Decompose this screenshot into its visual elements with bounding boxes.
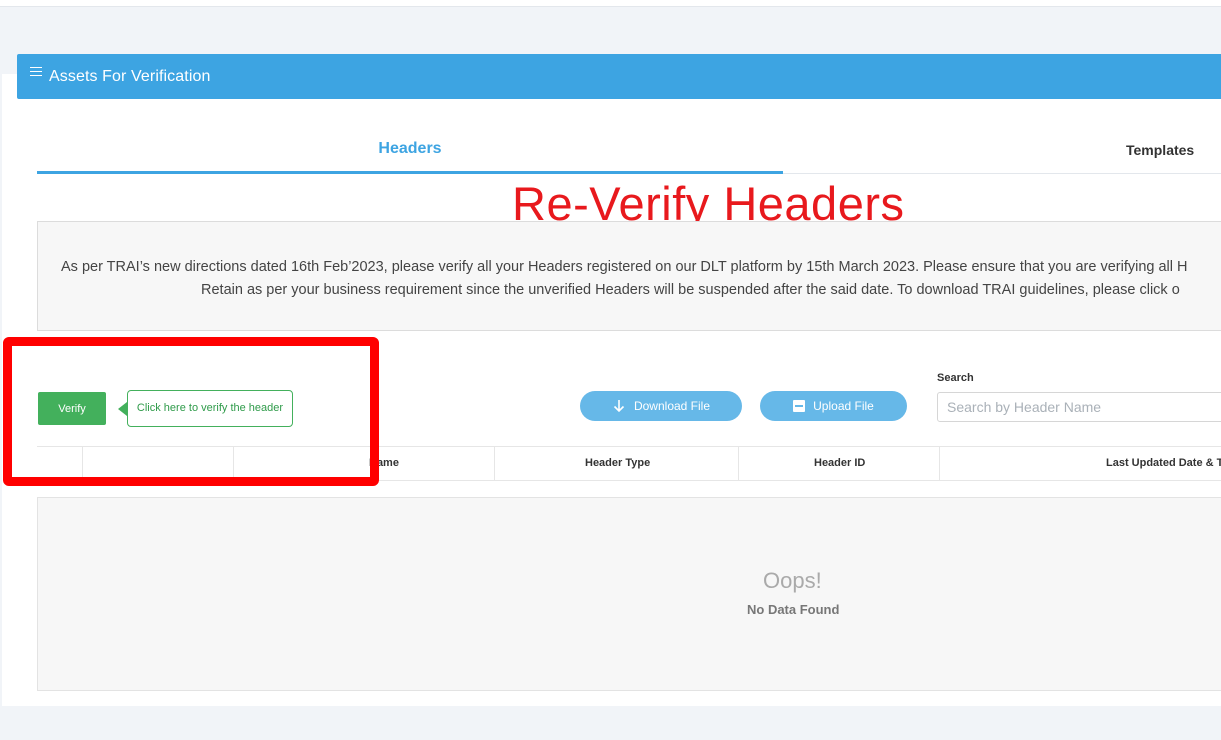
menu-icon[interactable] xyxy=(30,67,42,77)
active-tab-indicator xyxy=(37,171,783,174)
column-separator xyxy=(738,447,739,480)
notice-line-2: Retain as per your business requirement … xyxy=(201,282,1180,298)
search-input[interactable] xyxy=(937,392,1221,422)
download-file-label: Download File xyxy=(633,399,711,413)
download-icon xyxy=(613,400,625,413)
upload-icon xyxy=(793,400,806,412)
search-label: Search xyxy=(937,372,974,384)
tab-headers[interactable]: Headers xyxy=(37,140,783,158)
highlight-annotation-box xyxy=(3,337,379,486)
card-title: Assets For Verification xyxy=(49,68,211,85)
verification-notice: As per TRAI’s new directions dated 16th … xyxy=(37,221,1221,331)
upload-file-label: Upload File xyxy=(813,399,874,413)
tab-divider xyxy=(783,173,1221,174)
download-file-button[interactable]: Download File xyxy=(580,391,742,421)
empty-state-panel xyxy=(37,497,1221,691)
column-header-type[interactable]: Header Type xyxy=(585,447,650,480)
column-separator xyxy=(939,447,940,480)
upload-file-button[interactable]: Upload File xyxy=(760,391,907,421)
notice-line-1: As per TRAI’s new directions dated 16th … xyxy=(61,259,1188,275)
column-header-id[interactable]: Header ID xyxy=(814,447,865,480)
card-header: Assets For Verification xyxy=(17,54,1221,99)
empty-state-message: No Data Found xyxy=(747,602,840,617)
empty-state-title: Oops! xyxy=(763,568,822,593)
tab-templates[interactable]: Templates xyxy=(1126,142,1194,158)
top-bar xyxy=(0,0,1221,7)
column-header-updated[interactable]: Last Updated Date & Ti xyxy=(1106,447,1221,480)
column-separator xyxy=(494,447,495,480)
